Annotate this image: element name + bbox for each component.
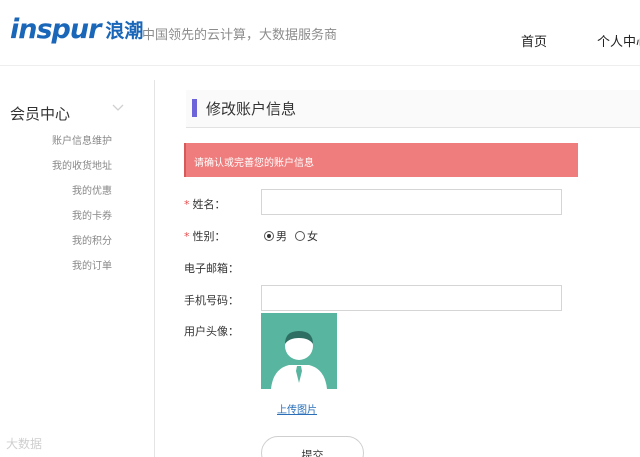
sidebar-item-orders[interactable]: 我的订单 xyxy=(72,257,112,272)
name-input[interactable] xyxy=(261,189,562,215)
gender-female-option[interactable]: 女 xyxy=(295,228,318,244)
phone-input[interactable] xyxy=(261,285,562,311)
sidebar-title[interactable]: 会员中心 xyxy=(10,103,70,124)
nav-user-center-link[interactable]: 个人中心 xyxy=(597,31,640,50)
title-accent-bar xyxy=(192,99,197,117)
inspur-logo[interactable]: inspur 浪潮 xyxy=(10,13,143,45)
submit-label: 提交 xyxy=(301,449,324,457)
sidebar-item-points[interactable]: 我的积分 xyxy=(72,232,112,247)
slogan: 中国领先的云计算，大数据服务商 xyxy=(142,28,338,43)
watermark-text: 大数据 xyxy=(6,437,43,451)
page-title: 修改账户信息 xyxy=(206,100,297,118)
info-alert: 请确认或完善您的账户信息 xyxy=(184,143,578,177)
phone-label: 手机号码： xyxy=(184,294,239,307)
submit-button[interactable]: 提交 xyxy=(261,436,364,457)
name-label-text: 姓名： xyxy=(192,198,226,211)
gender-male-label: 男 xyxy=(276,230,287,243)
sidebar-item-account-info[interactable]: 账户信息维护 xyxy=(52,132,112,147)
gender-label-text: 性别： xyxy=(192,230,226,243)
avatar xyxy=(261,313,337,389)
sidebar-item-address[interactable]: 我的收货地址 xyxy=(52,157,112,172)
gender-radio-group: 男 女 xyxy=(264,228,326,244)
radio-unchecked-icon[interactable] xyxy=(295,231,305,241)
gender-label: * 性别： xyxy=(184,228,226,244)
gender-female-label: 女 xyxy=(307,230,318,243)
required-mark: * xyxy=(184,230,190,243)
radio-checked-icon[interactable] xyxy=(264,231,274,241)
upload-image-link[interactable]: 上传图片 xyxy=(277,401,317,416)
gender-male-option[interactable]: 男 xyxy=(264,228,287,244)
logo-text-en: inspur xyxy=(10,13,101,45)
user-avatar-icon xyxy=(271,331,327,389)
sidebar: 会员中心 账户信息维护 我的收货地址 我的优惠 我的卡券 我的积分 我的订单 xyxy=(0,80,155,457)
logo-text-cn: 浪潮 xyxy=(105,19,144,42)
email-label: 电子邮箱： xyxy=(184,262,239,275)
alert-text: 请确认或完善您的账户信息 xyxy=(194,158,314,169)
chevron-down-icon[interactable] xyxy=(112,102,124,114)
sidebar-item-coupons[interactable]: 我的卡券 xyxy=(72,207,112,222)
header: inspur 浪潮 中国领先的云计算，大数据服务商 首页 个人中心 xyxy=(0,0,640,66)
nav-home-link[interactable]: 首页 xyxy=(521,31,547,50)
watermark: 大数据 xyxy=(6,435,42,452)
sidebar-item-discounts[interactable]: 我的优惠 xyxy=(72,182,112,197)
section-header: 修改账户信息 xyxy=(186,90,640,128)
required-mark: * xyxy=(184,198,190,211)
avatar-label: 用户头像： xyxy=(184,325,239,338)
name-label: * 姓名： xyxy=(184,196,226,212)
